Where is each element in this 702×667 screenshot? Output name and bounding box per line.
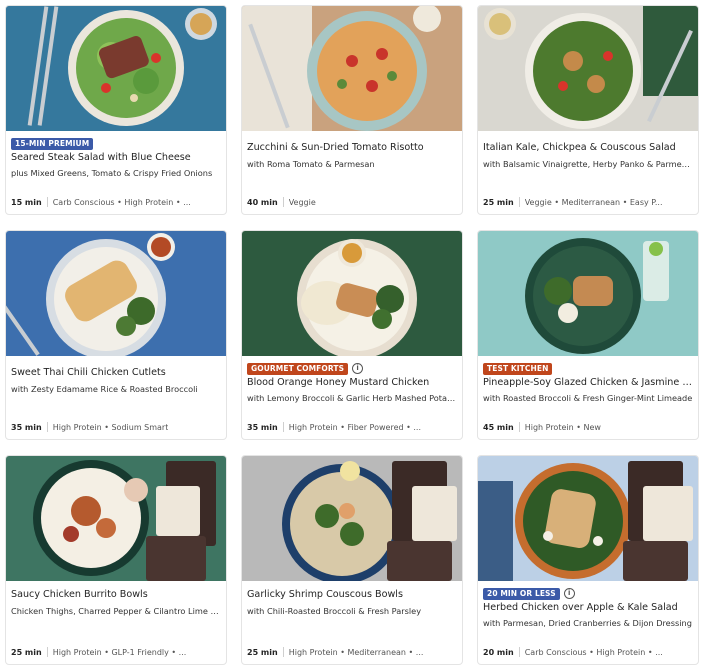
recipe-meta: 25 min High Protein • GLP-1 Friendly • .… [11,647,222,657]
recipe-card[interactable]: Saucy Chicken Burrito Bowls Chicken Thig… [5,455,227,665]
recipe-card[interactable]: TEST KITCHEN Pineapple-Soy Glazed Chicke… [477,230,699,440]
recipe-tags: High Protein • Mediterranean • ... [288,647,424,657]
cook-time: 35 min [11,422,42,432]
recipe-meta: 25 min High Protein • Mediterranean • ..… [247,647,458,657]
recipe-title[interactable]: Italian Kale, Chickpea & Couscous Salad [483,142,694,153]
recipe-grid: 15-MIN PREMIUM Seared Steak Salad with B… [0,0,702,667]
recipe-tags: Veggie • Mediterranean • Easy P... [524,197,663,207]
recipe-title[interactable]: Sweet Thai Chili Chicken Cutlets [11,367,222,378]
recipe-card[interactable]: GOURMET COMFORTS i Blood Orange Honey Mu… [241,230,463,440]
cook-time: 40 min [247,197,278,207]
recipe-card[interactable]: Zucchini & Sun-Dried Tomato Risotto with… [241,5,463,215]
recipe-subtitle: with Parmesan, Dried Cranberries & Dijon… [483,618,692,628]
recipe-subtitle: with Balsamic Vinaigrette, Herby Panko &… [483,159,694,169]
recipe-photo[interactable] [478,456,698,581]
cook-time: 25 min [483,197,514,207]
recipe-meta: 40 min Veggie [247,197,458,207]
recipe-photo[interactable] [242,231,462,356]
quick-badge: 20 MIN OR LESS [483,587,560,600]
recipe-subtitle: with Chili-Roasted Broccoli & Fresh Pars… [247,606,422,616]
meta-divider [46,422,48,432]
recipe-subtitle: plus Mixed Greens, Tomato & Crispy Fried… [11,168,213,178]
recipe-card[interactable]: 15-MIN PREMIUM Seared Steak Salad with B… [5,5,227,215]
recipe-title[interactable]: Garlicky Shrimp Couscous Bowls [247,589,458,600]
recipe-subtitle: with Roma Tomato & Parmesan [247,159,375,169]
cook-time: 15 min [11,197,42,207]
info-icon[interactable]: i [352,363,364,374]
meta-divider [518,197,520,207]
recipe-photo[interactable] [478,231,698,356]
recipe-meta: 35 min High Protein • Sodium Smart [11,422,222,432]
recipe-meta: 45 min High Protein • New [483,422,694,432]
meta-divider [46,197,48,207]
recipe-meta: 25 min Veggie • Mediterranean • Easy P..… [483,197,694,207]
recipe-subtitle: with Roasted Broccoli & Fresh Ginger-Min… [483,393,693,403]
recipe-tags: Carb Conscious • High Protein • ... [524,647,663,657]
recipe-meta: 20 min Carb Conscious • High Protein • .… [483,647,694,657]
recipe-title[interactable]: Seared Steak Salad with Blue Cheese [11,152,222,163]
recipe-photo[interactable] [242,456,462,581]
gourmet-badge: GOURMET COMFORTS [247,362,349,375]
recipe-title[interactable]: Zucchini & Sun-Dried Tomato Risotto [247,142,458,153]
premium-badge: 15-MIN PREMIUM [11,137,94,150]
recipe-meta: 15 min Carb Conscious • High Protein • .… [11,197,222,207]
recipe-subtitle: with Zesty Edamame Rice & Roasted Brocco… [11,384,198,394]
recipe-title[interactable]: Herbed Chicken over Apple & Kale Salad [483,602,694,613]
recipe-card[interactable]: Sweet Thai Chili Chicken Cutlets with Ze… [5,230,227,440]
meta-divider [518,647,520,657]
recipe-tags: High Protein • Sodium Smart [52,422,169,432]
recipe-photo[interactable] [6,231,226,356]
recipe-card[interactable]: Garlicky Shrimp Couscous Bowls with Chil… [241,455,463,665]
recipe-meta: 35 min High Protein • Fiber Powered • ..… [247,422,458,432]
recipe-title[interactable]: Pineapple-Soy Glazed Chicken & Jasmine R… [483,377,694,388]
recipe-title[interactable]: Blood Orange Honey Mustard Chicken [247,377,458,388]
cook-time: 35 min [247,422,278,432]
cook-time: 25 min [11,647,42,657]
cook-time: 45 min [483,422,514,432]
recipe-card[interactable]: 20 MIN OR LESS i Herbed Chicken over App… [477,455,699,665]
meta-divider [282,197,284,207]
cook-time: 20 min [483,647,514,657]
recipe-tags: High Protein • Fiber Powered • ... [288,422,421,432]
recipe-subtitle: with Lemony Broccoli & Garlic Herb Mashe… [247,393,458,403]
meta-divider [282,422,284,432]
recipe-photo[interactable] [6,456,226,581]
info-icon[interactable]: i [563,588,575,599]
cook-time: 25 min [247,647,278,657]
recipe-title[interactable]: Saucy Chicken Burrito Bowls [11,589,222,600]
recipe-subtitle: Chicken Thighs, Charred Pepper & Cilantr… [11,606,222,616]
recipe-tags: High Protein • GLP-1 Friendly • ... [52,647,187,657]
recipe-tags: High Protein • New [524,422,601,432]
recipe-photo[interactable] [242,6,462,131]
meta-divider [282,647,284,657]
recipe-card[interactable]: Italian Kale, Chickpea & Couscous Salad … [477,5,699,215]
meta-divider [518,422,520,432]
meta-divider [46,647,48,657]
recipe-photo[interactable] [6,6,226,131]
test-kitchen-badge: TEST KITCHEN [483,362,553,375]
recipe-photo[interactable] [478,6,698,131]
recipe-tags: Carb Conscious • High Protein • ... [52,197,191,207]
recipe-tags: Veggie [288,197,316,207]
